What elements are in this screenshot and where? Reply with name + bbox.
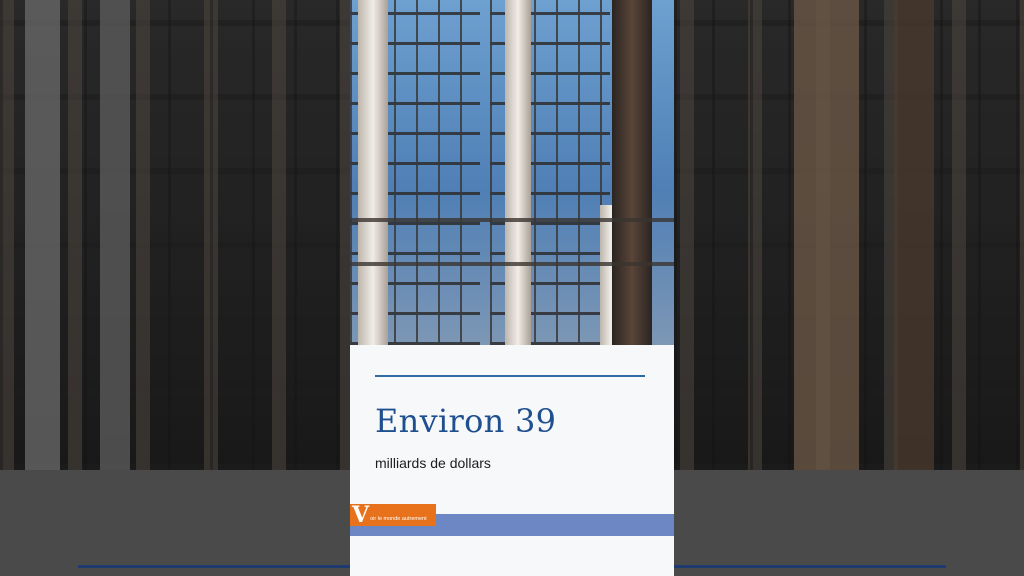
video-card: Environ 39 milliards de dollars V oir le… [350,0,674,576]
chimney-stack [612,0,652,345]
headline: Environ 39 [375,402,557,440]
background-pipes-right [674,0,1024,470]
horizontal-pipe [350,262,674,266]
divider-rule [375,375,645,377]
distillation-column [358,0,388,345]
logo-tagline: oir le monde autrement [370,516,427,522]
horizontal-pipe [350,218,674,222]
background-pipes-left [0,0,350,470]
distillation-column [505,0,531,345]
refinery-photo [350,0,674,345]
subtitle: milliards de dollars [375,455,491,471]
logo-letter: V [352,502,370,528]
brand-logo: V oir le monde autrement [350,504,436,526]
